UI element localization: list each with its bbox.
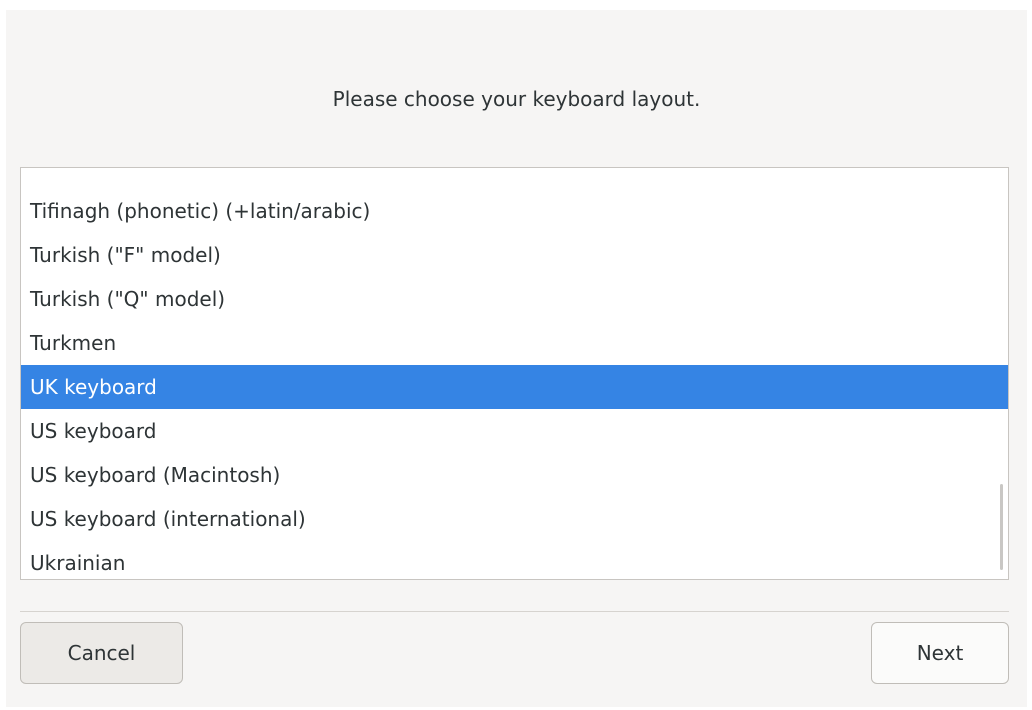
button-separator [20, 611, 1009, 612]
keyboard-layout-dialog: Please choose your keyboard layout. Tifi… [6, 10, 1027, 707]
list-item[interactable]: Turkish ("F" model) [21, 233, 1008, 277]
vertical-scrollbar[interactable] [997, 168, 1003, 579]
cancel-button[interactable]: Cancel [20, 622, 183, 684]
list-item[interactable]: US keyboard (Macintosh) [21, 453, 1008, 497]
keyboard-layout-list[interactable]: Tifinagh (phonetic) (+latin/arabic) Turk… [20, 167, 1009, 580]
list-item[interactable]: Ukrainian [21, 541, 1008, 579]
list-item[interactable]: Tifinagh (phonetic) (+latin/arabic) [21, 189, 1008, 233]
next-button[interactable]: Next [871, 622, 1009, 684]
keyboard-layout-items: Tifinagh (phonetic) (+latin/arabic) Turk… [21, 168, 1008, 579]
list-item[interactable]: US keyboard (international) [21, 497, 1008, 541]
dialog-prompt: Please choose your keyboard layout. [332, 87, 701, 111]
list-item[interactable]: Turkmen [21, 321, 1008, 365]
list-item[interactable]: US keyboard [21, 409, 1008, 453]
list-item-selected[interactable]: UK keyboard [21, 365, 1008, 409]
list-item-partial[interactable] [21, 168, 1008, 189]
list-item[interactable]: Turkish ("Q" model) [21, 277, 1008, 321]
scrollbar-thumb[interactable] [1000, 484, 1003, 570]
